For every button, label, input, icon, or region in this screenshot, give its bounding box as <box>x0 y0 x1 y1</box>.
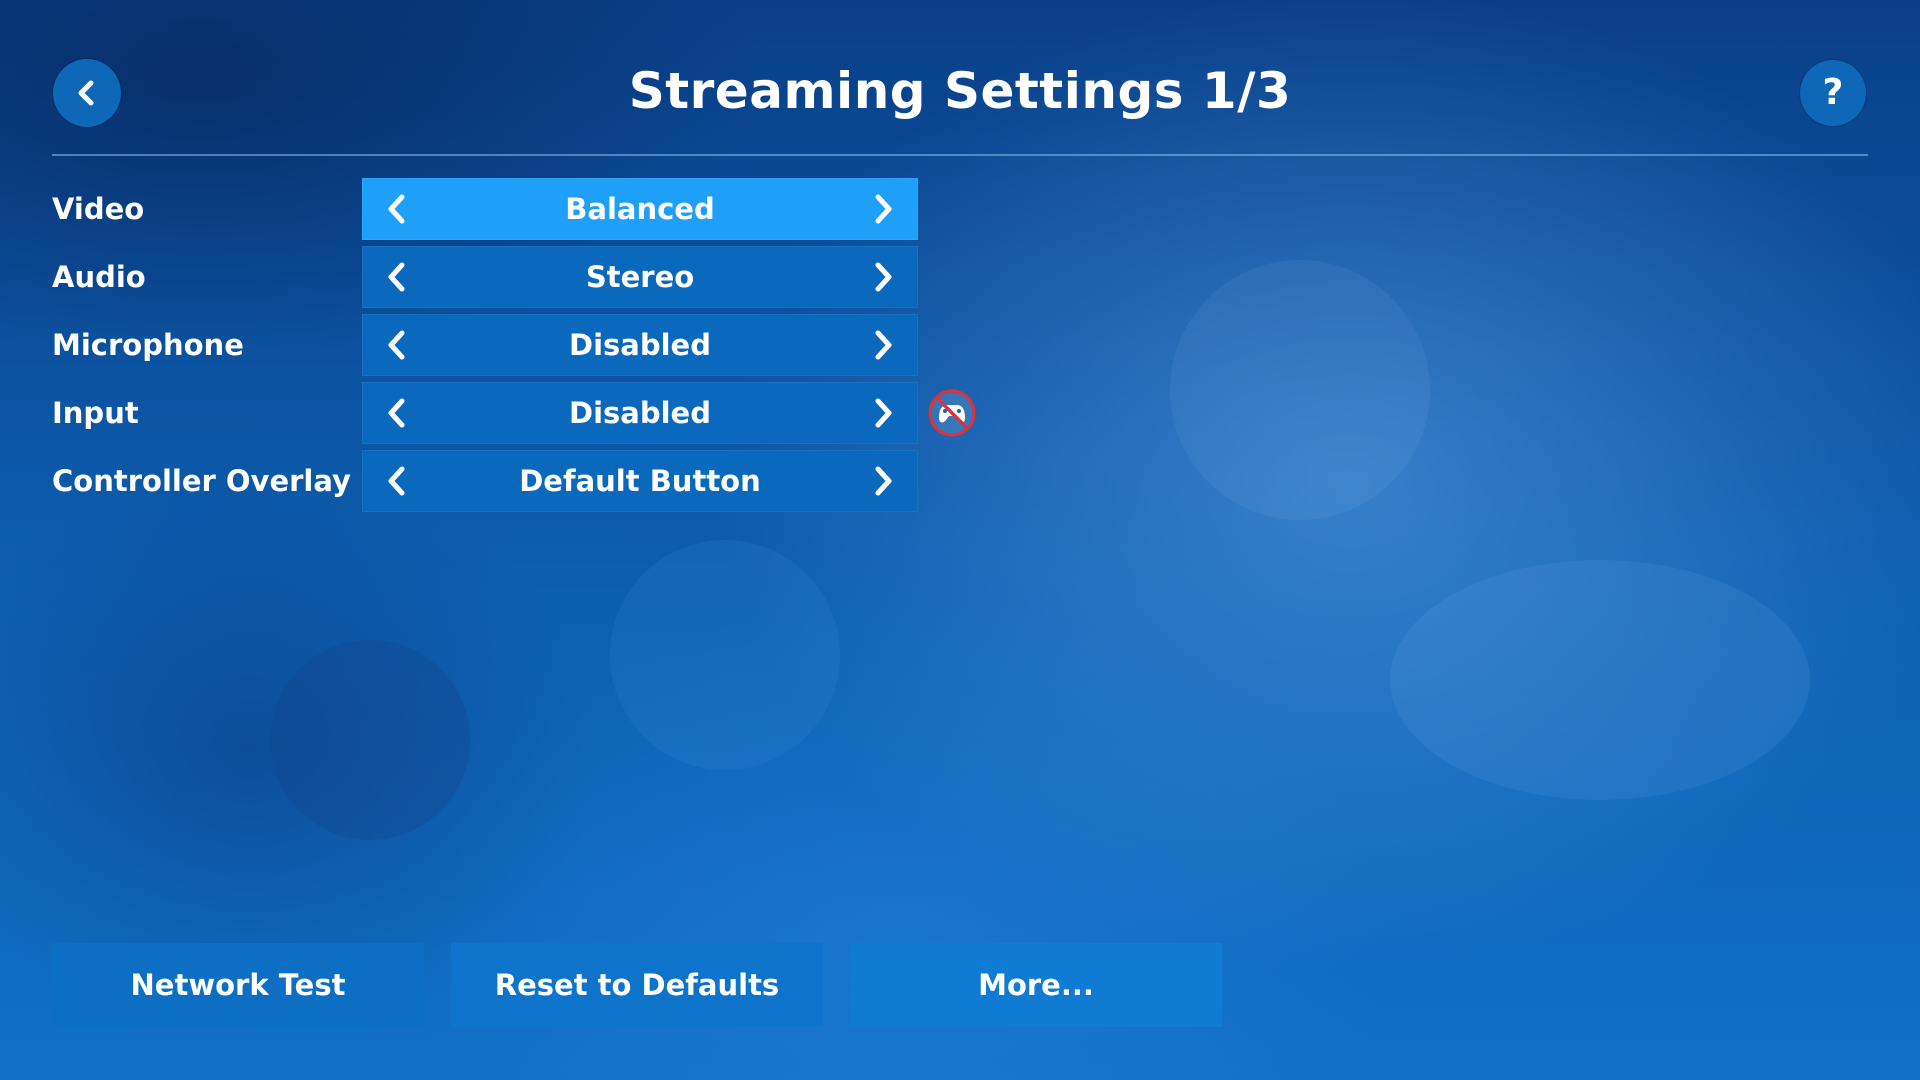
previous-option-button[interactable] <box>362 382 432 444</box>
background-bubble <box>1390 560 1810 800</box>
setting-label: Audio <box>52 260 146 294</box>
setting-label: Input <box>52 396 139 430</box>
selector-value: Default Button <box>519 464 761 498</box>
setting-row-video: Video Balanced <box>52 178 1052 240</box>
selector-value: Disabled <box>569 396 711 430</box>
chevron-left-icon <box>388 398 405 428</box>
background-bubble <box>1170 260 1430 520</box>
setting-row-microphone: Microphone Disabled <box>52 314 1052 376</box>
controller-overlay-selector[interactable]: Default Button <box>362 450 918 512</box>
video-selector[interactable]: Balanced <box>362 178 918 240</box>
help-icon: ? <box>1822 72 1844 113</box>
header-divider <box>52 154 1868 156</box>
next-option-button[interactable] <box>848 450 918 512</box>
chevron-right-icon <box>875 398 892 428</box>
chevron-left-icon <box>388 466 405 496</box>
next-option-button[interactable] <box>848 382 918 444</box>
setting-row-input: Input Disabled <box>52 382 1052 444</box>
controller-disabled-icon <box>928 389 976 437</box>
selector-value: Balanced <box>565 192 715 226</box>
network-test-button[interactable]: Network Test <box>52 943 424 1027</box>
header: Streaming Settings 1/3 ? <box>0 0 1920 156</box>
chevron-left-icon <box>388 262 405 292</box>
audio-selector[interactable]: Stereo <box>362 246 918 308</box>
selector-value: Disabled <box>569 328 711 362</box>
chevron-left-icon <box>388 330 405 360</box>
previous-option-button[interactable] <box>362 450 432 512</box>
setting-label: Microphone <box>52 328 244 362</box>
next-option-button[interactable] <box>848 246 918 308</box>
selector-value: Stereo <box>585 260 695 294</box>
chevron-right-icon <box>875 466 892 496</box>
background-bubble <box>610 540 840 770</box>
next-option-button[interactable] <box>848 314 918 376</box>
reset-to-defaults-button[interactable]: Reset to Defaults <box>451 943 823 1027</box>
more-button[interactable]: More... <box>850 943 1222 1027</box>
previous-option-button[interactable] <box>362 178 432 240</box>
page-title: Streaming Settings 1/3 <box>628 62 1292 120</box>
input-selector[interactable]: Disabled <box>362 382 918 444</box>
chevron-right-icon <box>875 194 892 224</box>
chevron-left-icon <box>388 194 405 224</box>
background-bubble <box>270 640 470 840</box>
setting-row-audio: Audio Stereo <box>52 246 1052 308</box>
previous-option-button[interactable] <box>362 246 432 308</box>
setting-label: Controller Overlay <box>52 464 351 498</box>
previous-option-button[interactable] <box>362 314 432 376</box>
setting-label: Video <box>52 192 145 226</box>
chevron-right-icon <box>875 262 892 292</box>
chevron-right-icon <box>875 330 892 360</box>
help-button[interactable]: ? <box>1800 60 1866 126</box>
microphone-selector[interactable]: Disabled <box>362 314 918 376</box>
setting-row-controller-overlay: Controller Overlay Default Button <box>52 450 1052 512</box>
next-option-button[interactable] <box>848 178 918 240</box>
